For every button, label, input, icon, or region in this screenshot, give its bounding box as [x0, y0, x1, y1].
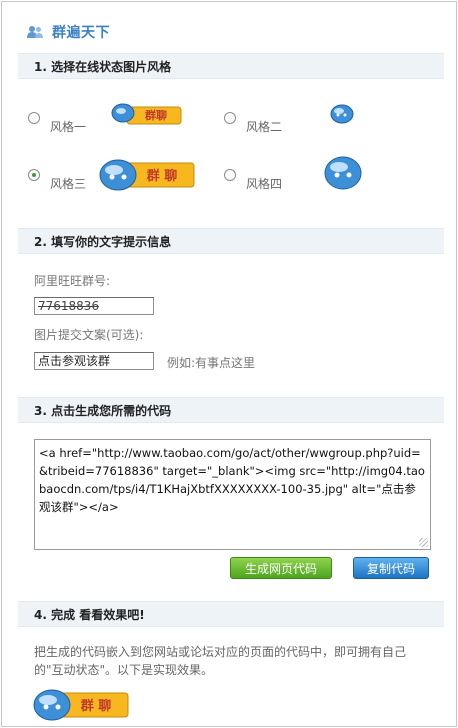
- result-badge-image[interactable]: 群 聊: [32, 686, 130, 722]
- group-number-label: 阿里旺旺群号:: [34, 274, 111, 288]
- style-1-badge-image[interactable]: 群聊: [111, 102, 183, 128]
- group-number-input[interactable]: 77618836: [34, 297, 154, 315]
- group-number-value: 77618836: [38, 299, 100, 313]
- style-4-label: 风格四: [246, 177, 283, 191]
- style-4-radio[interactable]: [224, 169, 236, 181]
- copy-code-button[interactable]: 复制代码: [353, 557, 429, 579]
- panel-header: 群遍天下: [26, 22, 110, 42]
- page-title: 群遍天下: [52, 25, 110, 41]
- caption-label: 图片提交文案(可选):: [34, 328, 144, 342]
- style-2-label: 风格二: [246, 120, 283, 134]
- section-header-text: 2. 填写你的文字提示信息: [18, 228, 444, 254]
- style-3-radio[interactable]: [28, 169, 40, 181]
- section-header-result: 4. 完成 看看效果吧!: [18, 601, 444, 627]
- result-badge-text: 群 聊: [81, 698, 112, 714]
- section-header-style: 1. 选择在线状态图片风格: [18, 53, 444, 79]
- style-3-badge-text: 群 聊: [147, 168, 178, 184]
- result-description: 把生成的代码嵌入到您网站或论坛对应的页面的代码中，即可拥有自己的"互动状态"。以…: [34, 645, 407, 677]
- generate-code-button[interactable]: 生成网页代码: [230, 557, 332, 579]
- style-1-radio[interactable]: [28, 112, 40, 124]
- caption-input[interactable]: 点击参观该群: [34, 352, 154, 370]
- people-icon: [27, 26, 43, 38]
- code-textarea[interactable]: <a href="http://www.taobao.com/go/act/ot…: [34, 439, 431, 550]
- panel: 群遍天下 1. 选择在线状态图片风格 风格一 群聊 风格二 风格三 群 聊 风格…: [1, 1, 457, 727]
- section-header-code: 3. 点击生成您所需的代码: [18, 397, 444, 423]
- style-1-label: 风格一: [50, 120, 87, 134]
- style-2-radio[interactable]: [224, 112, 236, 124]
- style-1-badge-text: 群聊: [144, 108, 167, 122]
- resize-grip-icon[interactable]: [419, 538, 428, 547]
- style-4-badge-image[interactable]: [323, 155, 363, 191]
- style-3-badge-image[interactable]: 群 聊: [98, 155, 196, 193]
- style-3-label: 风格三: [50, 177, 87, 191]
- code-text: <a href="http://www.taobao.com/go/act/ot…: [39, 446, 425, 514]
- style-2-badge-image[interactable]: [329, 103, 355, 125]
- caption-hint: 例如:有事点这里: [167, 356, 256, 370]
